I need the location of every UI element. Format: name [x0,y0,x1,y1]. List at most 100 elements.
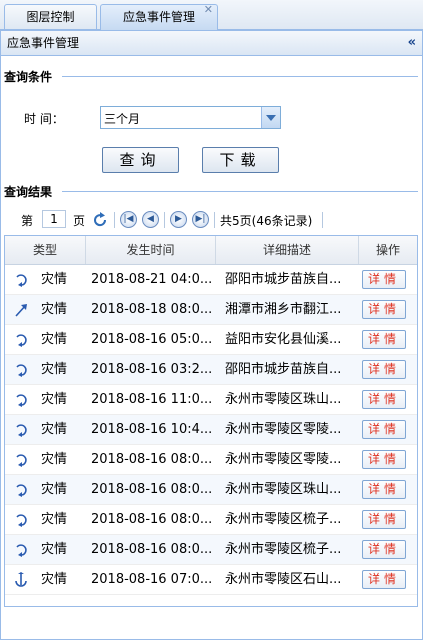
table-header: 类型 发生时间 详细描述 操作 [5,236,417,265]
event-time: 2018-08-16 08:0... [91,542,213,557]
time-range-select[interactable]: 三个月 [100,106,281,129]
tab-emergency-events[interactable]: 应急事件管理 ✕ [100,4,218,30]
first-page-icon[interactable]: |◀ [120,211,137,228]
event-time: 2018-08-16 07:0... [91,572,213,587]
table-body: 灾情 2018-08-21 04:0... 邵阳市城步苗族自... 详情 灾情 2018-… [5,265,417,595]
table-row[interactable]: 灾情 2018-08-16 08:0... 永州市零陵区梳子... 详情 [5,535,417,565]
table-row[interactable]: 灾情 2018-08-16 10:4... 永州市零陵区零陵... 详情 [5,415,417,445]
collapse-icon[interactable]: « [408,31,416,55]
diagonal-arrow-icon [15,304,27,317]
divider [214,212,215,228]
event-type: 灾情 [41,302,68,317]
time-range-value: 三个月 [104,112,141,126]
event-type: 灾情 [41,542,68,557]
curved-arrow-icon [16,544,27,557]
event-description: 永州市零陵区零陵... [225,422,342,437]
detail-button[interactable]: 详情 [362,270,406,289]
table-row[interactable]: 灾情 2018-08-21 04:0... 邵阳市城步苗族自... 详情 [5,265,417,295]
event-type: 灾情 [41,362,68,377]
event-type: 灾情 [41,272,68,287]
table-row[interactable]: 灾情 2018-08-16 08:0... 永州市零陵区梳子... 详情 [5,505,417,535]
table-row[interactable]: 灾情 2018-08-16 05:0... 益阳市安化县仙溪... 详情 [5,325,417,355]
query-section-title: 查询条件 [4,70,53,84]
event-description: 邵阳市城步苗族自... [225,272,342,287]
detail-button[interactable]: 详情 [362,510,406,529]
detail-button[interactable]: 详情 [362,450,406,469]
pager: 第 1 页 |◀ ◀ ▶ ▶| 共5页(46条记录) [4,208,418,232]
event-time: 2018-08-16 08:0... [91,512,213,527]
detail-button[interactable]: 详情 [362,390,406,409]
curved-arrow-icon [16,424,27,437]
results-table: 类型 发生时间 详细描述 操作 灾情 2018-08-21 04:0... 邵阳市城… [4,235,418,607]
event-description: 永州市零陵区梳子... [225,542,342,557]
detail-button[interactable]: 详情 [362,300,406,319]
event-time: 2018-08-16 10:4... [91,422,213,437]
time-label: 时 间： [24,112,64,126]
page-prefix: 第 [21,214,34,228]
detail-button[interactable]: 详情 [362,420,406,439]
page-input[interactable]: 1 [42,210,66,228]
panel-title: 应急事件管理 [7,36,80,50]
event-description: 永州市零陵区梳子... [225,512,342,527]
results-section-title: 查询结果 [4,185,53,199]
event-type: 灾情 [41,452,68,467]
tab-layer-control[interactable]: 图层控制 [4,4,97,29]
table-row[interactable]: 灾情 2018-08-16 07:0... 永州市零陵区石山... 详情 [5,565,417,595]
event-time: 2018-08-18 08:0... [91,302,213,317]
event-description: 永州市零陵区珠山... [225,392,342,407]
column-header-time[interactable]: 发生时间 [86,236,216,264]
last-page-icon[interactable]: ▶| [192,211,209,228]
event-type: 灾情 [41,392,68,407]
search-button[interactable]: 查询 [102,147,179,173]
event-time: 2018-08-21 04:0... [91,272,213,287]
column-header-type[interactable]: 类型 [5,236,86,264]
event-time: 2018-08-16 11:0... [91,392,213,407]
divider [322,212,323,228]
curved-arrow-icon [16,514,27,527]
column-header-description[interactable]: 详细描述 [216,236,359,264]
column-header-action: 操作 [375,243,400,257]
event-description: 永州市零陵区珠山... [225,482,342,497]
event-time: 2018-08-16 03:2... [91,362,213,377]
close-icon[interactable]: ✕ [204,4,213,16]
table-row[interactable]: 灾情 2018-08-18 08:0... 湘潭市湘乡市翻江... 详情 [5,295,417,325]
curved-arrow-icon [16,364,27,377]
curved-arrow-icon [16,394,27,407]
download-button[interactable]: 下载 [202,147,279,173]
event-type: 灾情 [41,332,68,347]
divider [62,191,418,192]
prev-page-icon[interactable]: ◀ [142,211,159,228]
table-row[interactable]: 灾情 2018-08-16 03:2... 邵阳市城步苗族自... 详情 [5,355,417,385]
chevron-down-icon[interactable] [261,107,280,128]
page-summary: 共5页(46条记录) [220,214,313,228]
event-time: 2018-08-16 08:0... [91,452,213,467]
event-type: 灾情 [41,422,68,437]
divider [164,212,165,228]
divider [114,212,115,228]
detail-button[interactable]: 详情 [362,360,406,379]
event-description: 永州市零陵区石山... [225,572,342,587]
table-row[interactable]: 灾情 2018-08-16 11:0... 永州市零陵区珠山... 详情 [5,385,417,415]
tab-bar: 图层控制 应急事件管理 ✕ [0,0,423,30]
tab-label: 图层控制 [26,10,75,24]
event-type: 灾情 [41,572,68,587]
event-description: 益阳市安化县仙溪... [225,332,342,347]
detail-button[interactable]: 详情 [362,540,406,559]
event-time: 2018-08-16 08:0... [91,482,213,497]
table-row[interactable]: 灾情 2018-08-16 08:0... 永州市零陵区零陵... 详情 [5,445,417,475]
panel-header: 应急事件管理 « [1,31,422,56]
event-time: 2018-08-16 05:0... [91,332,213,347]
curved-arrow-icon [16,454,27,467]
refresh-icon[interactable] [92,212,108,228]
detail-button[interactable]: 详情 [362,330,406,349]
tab-label: 应急事件管理 [122,10,195,24]
next-page-icon[interactable]: ▶ [170,211,187,228]
anchor-arrow-icon [15,572,27,587]
table-row[interactable]: 灾情 2018-08-16 08:0... 永州市零陵区珠山... 详情 [5,475,417,505]
event-type: 灾情 [41,512,68,527]
detail-button[interactable]: 详情 [362,480,406,499]
curved-arrow-icon [16,484,27,497]
event-description: 邵阳市城步苗族自... [225,362,342,377]
curved-arrow-icon [16,334,27,347]
detail-button[interactable]: 详情 [362,570,406,589]
